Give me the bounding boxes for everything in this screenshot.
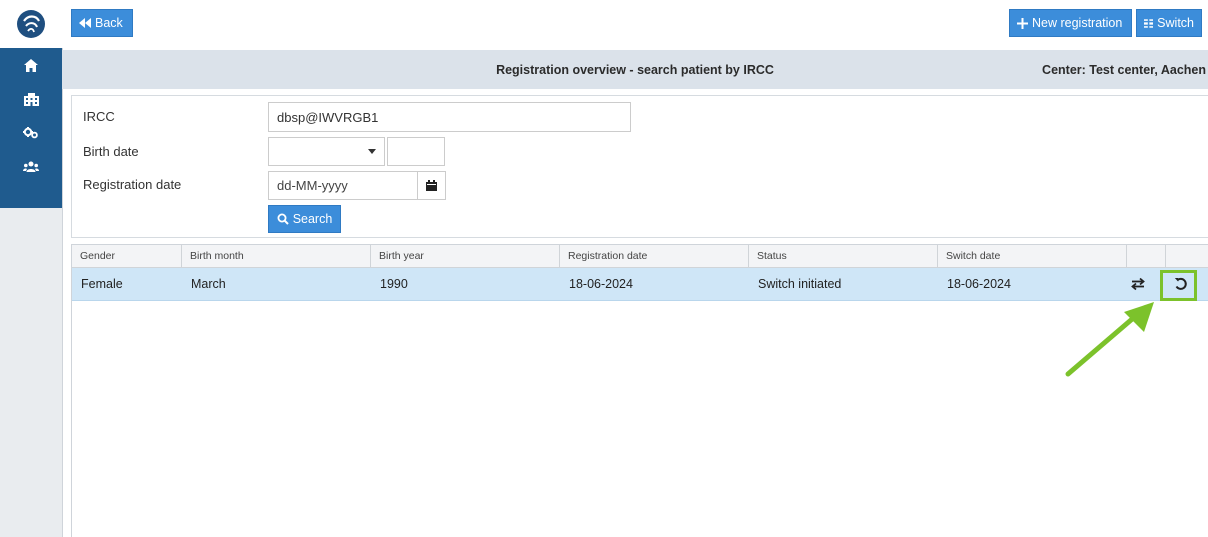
column-registration-date[interactable]: Registration date (560, 245, 749, 267)
highlight-box (1160, 270, 1197, 301)
birth-date-label: Birth date (83, 144, 139, 159)
cell-gender: Female (81, 277, 123, 291)
logo-icon (17, 10, 45, 38)
sidebar-item-users[interactable] (0, 150, 62, 184)
cell-birth-year: 1990 (380, 277, 408, 291)
sidebar-item-home[interactable] (0, 48, 62, 82)
center-label: Center: Test center, Aachen (1042, 62, 1206, 77)
toolbar: Back New registration Switch (62, 0, 1208, 48)
cogs-icon (23, 127, 38, 139)
new-registration-button[interactable]: New registration (1009, 9, 1132, 37)
column-action-2 (1166, 245, 1208, 267)
page-title: Registration overview - search patient b… (496, 62, 774, 77)
cell-switch-date: 18-06-2024 (947, 277, 1011, 291)
column-gender[interactable]: Gender (72, 245, 182, 267)
caret-down-icon (368, 149, 376, 154)
back-button[interactable]: Back (71, 9, 133, 37)
table-header: Gender Birth month Birth year Registrati… (72, 245, 1208, 268)
new-registration-label: New registration (1032, 16, 1123, 30)
column-switch-date[interactable]: Switch date (938, 245, 1127, 267)
search-button[interactable]: Search (268, 205, 341, 233)
sidebar (0, 0, 63, 537)
search-form: IRCC dbsp@IWVRGB1 Birth date Registratio… (71, 95, 1208, 238)
registration-date-placeholder: dd-MM-yyyy (277, 178, 348, 193)
grid-icon (1144, 18, 1154, 28)
cell-status: Switch initiated (758, 277, 842, 291)
sidebar-nav (0, 48, 62, 208)
column-birth-month[interactable]: Birth month (182, 245, 371, 267)
birth-month-select[interactable] (268, 137, 385, 166)
calendar-icon (426, 180, 437, 191)
users-icon (23, 161, 39, 172)
backward-icon (79, 18, 91, 28)
switch-button[interactable]: Switch (1136, 9, 1202, 37)
results-table: Gender Birth month Birth year Registrati… (71, 244, 1208, 537)
cell-registration-date: 18-06-2024 (569, 277, 633, 291)
search-button-label: Search (292, 212, 333, 226)
ircc-input[interactable]: dbsp@IWVRGB1 (268, 102, 631, 132)
search-icon (277, 213, 289, 225)
switch-label: Switch (1157, 16, 1194, 30)
ircc-label: IRCC (83, 109, 115, 124)
birth-year-input[interactable] (387, 137, 445, 166)
home-icon (24, 58, 38, 72)
column-status[interactable]: Status (749, 245, 938, 267)
sidebar-item-settings[interactable] (0, 116, 62, 150)
registration-date-input[interactable]: dd-MM-yyyy (268, 171, 418, 200)
plus-icon (1017, 17, 1028, 29)
exchange-icon (1131, 277, 1145, 291)
table-row[interactable]: Female March 1990 18-06-2024 Switch init… (72, 268, 1208, 301)
column-birth-year[interactable]: Birth year (371, 245, 560, 267)
column-action-1 (1127, 245, 1166, 267)
annotation-arrow-icon (1065, 302, 1154, 377)
back-button-label: Back (95, 16, 123, 30)
title-bar: Registration overview - search patient b… (62, 50, 1208, 89)
app-logo[interactable] (0, 0, 62, 48)
registration-date-label: Registration date (83, 177, 182, 192)
ircc-value: dbsp@IWVRGB1 (277, 109, 379, 125)
cell-birth-month: March (191, 277, 226, 291)
calendar-button[interactable] (417, 171, 446, 200)
building-icon (23, 92, 39, 106)
switch-action-button[interactable] (1126, 274, 1150, 294)
sidebar-item-building[interactable] (0, 82, 62, 116)
